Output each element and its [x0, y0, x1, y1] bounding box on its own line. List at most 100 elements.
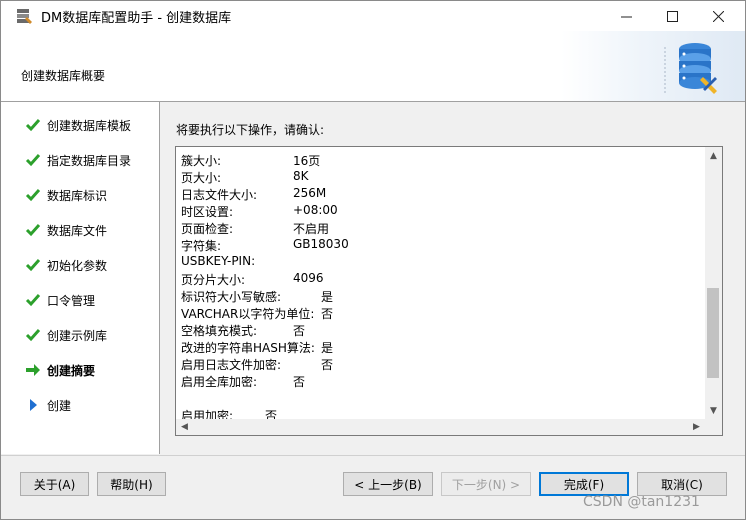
- summary-value: 否: [321, 307, 334, 321]
- summary-row: 标识符大小写敏感: 是: [181, 288, 681, 305]
- watermark: CSDN @tan1231: [583, 494, 700, 510]
- maximize-button[interactable]: [649, 1, 695, 31]
- summary-key: VARCHAR以字符为单位:: [181, 307, 315, 321]
- check-icon: [25, 224, 41, 237]
- wizard-step: 口令管理: [1, 288, 159, 312]
- summary-value: +08:00: [293, 203, 338, 217]
- help-button[interactable]: 帮助(H): [97, 472, 166, 496]
- prev-button[interactable]: < 上一步(B): [343, 472, 433, 496]
- wizard-step-label: 初始化参数: [47, 259, 108, 273]
- summary-row: 页分片大小: 4096: [181, 271, 681, 288]
- summary-key: 标识符大小写敏感:: [181, 290, 282, 304]
- minimize-icon: [620, 16, 632, 17]
- horizontal-scrollbar[interactable]: ◀ ▶: [176, 419, 722, 435]
- summary-row: 日志文件大小: 256M: [181, 186, 681, 203]
- confirm-prompt: 将要执行以下操作，请确认:: [176, 123, 325, 137]
- wizard-steps: 创建数据库模板 指定数据库目录 数据库标识数据库文件初始化参数口令管理创建示例库创建…: [1, 102, 160, 454]
- window-title: DM数据库配置助手 - 创建数据库: [41, 11, 232, 26]
- wizard-step-label: 数据库文件: [47, 224, 108, 238]
- close-button[interactable]: [695, 1, 741, 31]
- summary-key: 页分片大小:: [181, 273, 246, 287]
- about-button[interactable]: 关于(A): [20, 472, 89, 496]
- summary-value: 是: [321, 290, 334, 304]
- scroll-left-icon[interactable]: ◀: [176, 419, 193, 435]
- summary-value: 不启用: [293, 222, 330, 236]
- scroll-up-icon[interactable]: ▲: [705, 147, 722, 164]
- minimize-button[interactable]: [603, 1, 649, 31]
- wizard-step-label: 创建示例库: [47, 329, 108, 343]
- close-icon: [712, 10, 724, 22]
- summary-key: 日志文件大小:: [181, 188, 258, 202]
- summary-value: 4096: [293, 271, 324, 285]
- wizard-step-label: 创建数据库模板: [47, 119, 132, 133]
- wizard-step: 创建数据库模板: [1, 113, 159, 137]
- summary-value: 256M: [293, 186, 327, 200]
- summary-key: 时区设置:: [181, 205, 234, 219]
- summary-panel: 将要执行以下操作，请确认: 簇大小: 16页页大小: 8K 日志文件大小: 256M 时区…: [161, 102, 745, 454]
- check-icon: [25, 154, 41, 167]
- check-icon: [25, 329, 41, 342]
- summary-row: 改进的字符串HASH算法: 是: [181, 339, 681, 356]
- summary-row: 页大小: 8K: [181, 169, 681, 186]
- summary-key: 字符集:: [181, 239, 222, 253]
- summary-value: 否: [293, 324, 306, 338]
- summary-key: 页大小:: [181, 171, 222, 185]
- summary-value: 8K: [293, 169, 309, 183]
- wizard-step: 数据库文件: [1, 218, 159, 242]
- summary-value: 16页: [293, 154, 321, 168]
- summary-row: 页面检查: 不启用: [181, 220, 681, 237]
- play-triangle-icon: [30, 399, 37, 411]
- finish-button[interactable]: 完成(F): [539, 472, 629, 496]
- wizard-step: 创建示例库: [1, 323, 159, 347]
- summary-row: 启用日志文件加密: 否: [181, 356, 681, 373]
- wizard-step-label: 创建: [47, 399, 72, 413]
- cancel-button[interactable]: 取消(C): [637, 472, 727, 496]
- title-bar[interactable]: DM数据库配置助手 - 创建数据库: [1, 1, 745, 31]
- wizard-step-label: 数据库标识: [47, 189, 108, 203]
- summary-row: [181, 390, 681, 407]
- database-config-icon: [664, 43, 717, 94]
- summary-row: VARCHAR以字符为单位: 否: [181, 305, 681, 322]
- summary-list: 簇大小: 16页页大小: 8K 日志文件大小: 256M 时区设置: +08:00 页面检查:…: [176, 147, 704, 421]
- summary-value: GB18030: [293, 237, 349, 251]
- summary-key: 空格填充模式:: [181, 324, 258, 338]
- summary-key: 改进的字符串HASH算法:: [181, 341, 315, 355]
- scroll-down-icon[interactable]: ▼: [705, 402, 722, 419]
- wizard-step: 初始化参数: [1, 253, 159, 277]
- next-button[interactable]: 下一步(N) >: [441, 472, 531, 496]
- vertical-scrollbar[interactable]: ▲ ▼: [705, 147, 722, 419]
- summary-value: 否: [293, 375, 306, 389]
- wizard-step: 指定数据库目录: [1, 148, 159, 172]
- summary-key: 簇大小:: [181, 154, 222, 168]
- summary-row: 字符集: GB18030: [181, 237, 681, 254]
- summary-value: 否: [321, 358, 334, 372]
- app-icon: [17, 9, 32, 24]
- scroll-right-icon[interactable]: ▶: [688, 419, 705, 435]
- check-icon: [25, 189, 41, 202]
- button-bar: 关于(A) 帮助(H) < 上一步(B) 下一步(N) > 完成(F) 取消(C…: [1, 455, 745, 519]
- summary-key: 启用全库加密:: [181, 375, 258, 389]
- arrow-right-icon: [26, 364, 40, 376]
- summary-row: 簇大小: 16页: [181, 152, 681, 169]
- wizard-header: 创建数据库概要: [1, 31, 745, 102]
- wizard-step-label: 口令管理: [47, 294, 96, 308]
- check-icon: [25, 294, 41, 307]
- summary-key: 启用日志文件加密:: [181, 358, 282, 372]
- summary-row: 启用全库加密: 否: [181, 373, 681, 390]
- wizard-step: 数据库标识: [1, 183, 159, 207]
- summary-row: USBKEY-PIN:: [181, 254, 681, 271]
- wizard-step-label: 指定数据库目录: [47, 154, 132, 168]
- wizard-step: 创建: [1, 393, 159, 417]
- summary-row: 时区设置: +08:00: [181, 203, 681, 220]
- scroll-thumb[interactable]: [707, 288, 719, 378]
- summary-key: USBKEY-PIN:: [181, 254, 256, 268]
- page-title: 创建数据库概要: [21, 69, 106, 83]
- wizard-step: 创建摘要: [1, 358, 159, 382]
- wizard-step-label: 创建摘要: [47, 364, 96, 378]
- check-icon: [25, 119, 41, 132]
- summary-value: 是: [321, 341, 334, 355]
- dm-config-window: DM数据库配置助手 - 创建数据库 创建数据库概要 创建数据库模板 指定数据库目…: [0, 0, 746, 520]
- summary-textarea[interactable]: 簇大小: 16页页大小: 8K 日志文件大小: 256M 时区设置: +08:00 页面检查:…: [175, 146, 723, 436]
- maximize-icon: [666, 10, 678, 22]
- summary-row: 空格填充模式: 否: [181, 322, 681, 339]
